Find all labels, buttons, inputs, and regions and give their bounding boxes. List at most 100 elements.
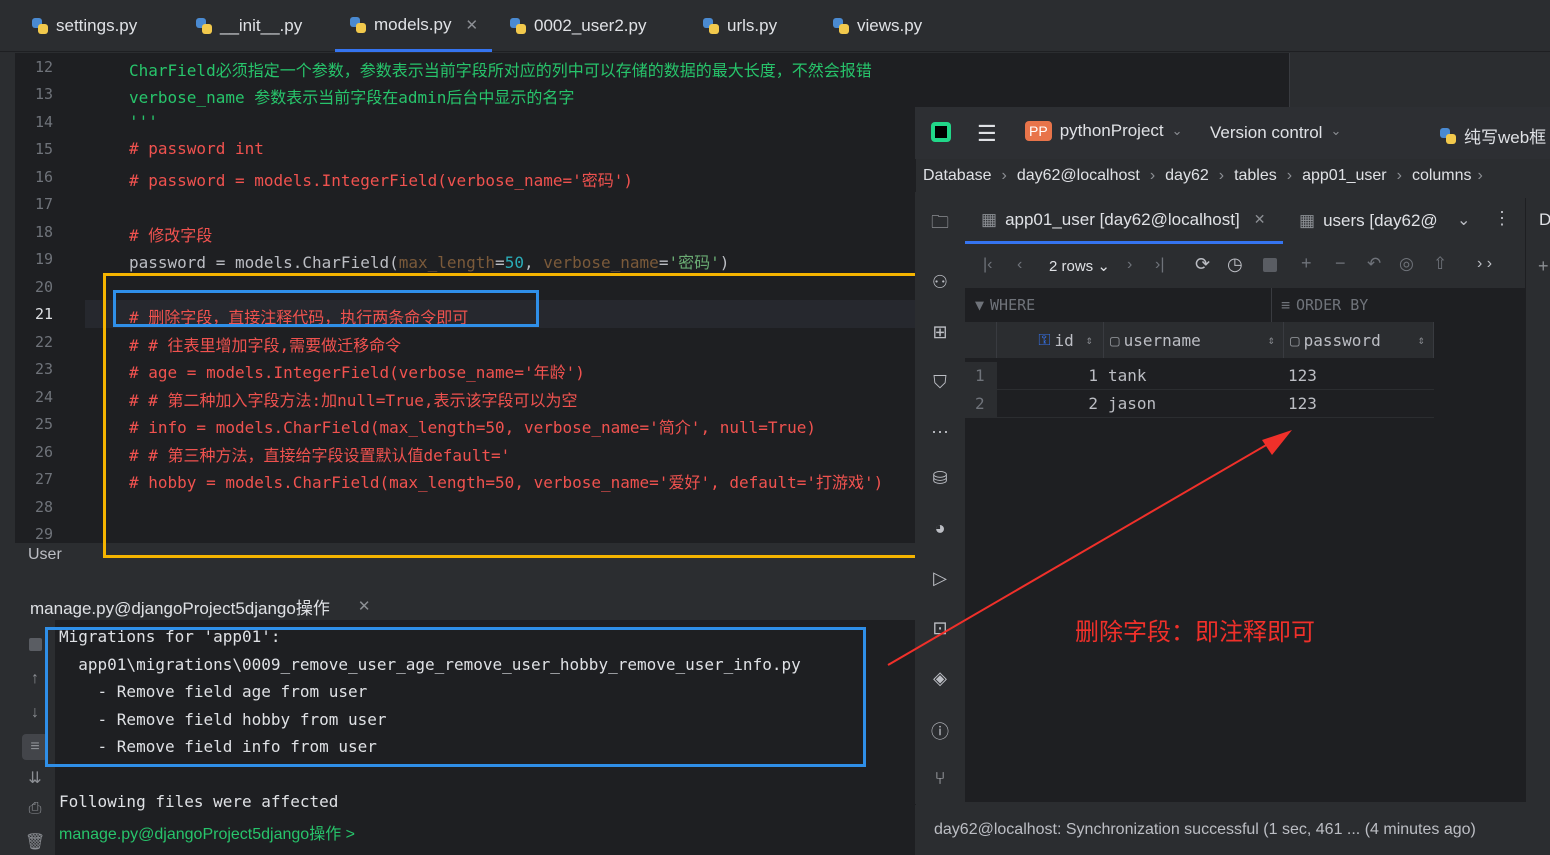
bookmark-icon[interactable]: ⛉ — [929, 372, 951, 394]
tab-init-py[interactable]: __init__.py — [196, 0, 302, 52]
tab-settings-py[interactable]: settings.py — [32, 0, 137, 52]
highlight-box-blue-output — [45, 627, 866, 767]
table-cell-username[interactable]: jason — [1104, 390, 1284, 418]
table-cell-username[interactable]: tank — [1104, 362, 1284, 390]
first-page-icon[interactable]: |‹ — [983, 256, 992, 274]
row-number-header — [965, 322, 997, 358]
chevron-down-icon[interactable]: ⌄ — [1457, 210, 1470, 230]
line-number: 29 — [34, 525, 53, 543]
line-number: 20 — [34, 278, 53, 296]
db-editor-tabs: ▦ app01_user [day62@localhost] ✕ ▦ users… — [965, 198, 1525, 244]
git-icon[interactable]: ⑂ — [929, 768, 951, 790]
column-header-id[interactable]: ⚿ id ⇕ — [997, 322, 1104, 358]
python-file-icon — [703, 18, 719, 34]
column-header-username[interactable]: ▢ username ⇕ — [1104, 322, 1284, 358]
breadcrumb-item[interactable]: day62@localhost — [1017, 167, 1140, 185]
terminal-icon[interactable]: ⊡ — [929, 618, 951, 640]
problems-icon[interactable]: ⓘ — [929, 718, 951, 742]
table-cell-password[interactable]: 123 — [1284, 390, 1434, 418]
next-page-icon[interactable]: › — [1127, 256, 1132, 274]
line-number: 23 — [34, 360, 53, 378]
revert-icon[interactable]: ↶ — [1367, 254, 1381, 274]
add-row-icon[interactable]: + — [1301, 253, 1312, 274]
services-icon[interactable]: ▷ — [929, 568, 951, 590]
close-icon[interactable]: ✕ — [1254, 211, 1266, 228]
tab-label: urls.py — [727, 16, 778, 35]
tab-0002-user2-py[interactable]: 0002_user2.py — [510, 0, 646, 52]
more-icon[interactable]: ⋯ — [929, 422, 951, 444]
arrow-up-icon[interactable]: ↑ — [25, 670, 45, 688]
line-number: 19 — [34, 250, 53, 268]
stop-icon[interactable] — [1263, 258, 1277, 272]
breadcrumb-item[interactable]: Database — [923, 167, 992, 185]
breadcrumb-item[interactable]: day62 — [1165, 167, 1209, 185]
delete-row-icon[interactable]: − — [1335, 253, 1346, 274]
history-icon[interactable]: ◷ — [1227, 254, 1243, 275]
table-cell-id[interactable]: 2 — [997, 390, 1104, 418]
rows-count-selector[interactable]: 2 rows ⌄ — [1049, 257, 1110, 275]
hamburger-menu-icon[interactable]: ☰ — [977, 121, 997, 147]
print-icon[interactable]: ⎙ — [25, 800, 45, 818]
column-header-password[interactable]: ▢ password ⇕ — [1284, 322, 1434, 358]
scroll-to-end-icon[interactable]: ⇊ — [25, 768, 45, 787]
last-page-icon[interactable]: ›| — [1155, 256, 1164, 274]
structure-icon[interactable]: ⊞ — [929, 322, 951, 344]
tab-urls-py[interactable]: urls.py — [703, 0, 777, 52]
line-number: 17 — [34, 195, 53, 213]
table-cell-password[interactable]: 123 — [1284, 362, 1434, 390]
close-tab-icon[interactable]: ✕ — [465, 16, 478, 34]
highlight-box-blue-line — [113, 290, 539, 327]
arrow-down-icon[interactable]: ↓ — [25, 704, 45, 722]
folder-icon[interactable]: 🗀 — [929, 210, 951, 232]
tab-app01-user[interactable]: ▦ app01_user [day62@localhost] ✕ — [965, 198, 1283, 244]
tab-users[interactable]: ▦ users [day62@ — [1299, 198, 1449, 244]
tab-models-py[interactable]: models.py ✕ — [335, 0, 492, 52]
sort-arrows-icon[interactable]: ⇕ — [1268, 333, 1275, 347]
order-by-filter[interactable]: ≡ ORDER BY — [1281, 296, 1368, 314]
terminal-title: manage.py@djangoProject5django操作 — [30, 598, 330, 618]
breadcrumb-item[interactable]: columns — [1412, 167, 1472, 185]
refresh-icon[interactable]: ⟳ — [1195, 254, 1210, 275]
tab-label: models.py — [374, 14, 452, 34]
breadcrumb-item[interactable]: app01_user — [1302, 167, 1387, 185]
stop-icon[interactable] — [25, 638, 45, 656]
result-grid[interactable]: ⚿ id ⇕ ▢ username ⇕ ▢ password ⇕ 1 1 tank 123 … — [965, 322, 1525, 802]
sort-arrows-icon[interactable]: ⇕ — [1086, 333, 1093, 347]
terminal-prompt[interactable]: manage.py@djangoProject5django操作 > — [59, 820, 355, 844]
tab-views-py[interactable]: views.py — [833, 0, 922, 52]
previous-page-icon[interactable]: ‹ — [1017, 256, 1022, 274]
python-file-icon — [32, 18, 48, 34]
code-line: # password = models.IntegerField(verbose… — [129, 171, 634, 190]
primary-key-icon: ⚿ — [1038, 330, 1051, 349]
trash-icon[interactable]: 🗑 — [25, 832, 45, 851]
breadcrumb-item[interactable]: tables — [1234, 167, 1277, 185]
python-file-icon — [1440, 127, 1456, 144]
sort-arrows-icon[interactable]: ⇕ — [1418, 333, 1425, 347]
filter-icon: ▼ — [975, 296, 985, 314]
submit-icon[interactable]: ⇧ — [1433, 254, 1447, 274]
preview-icon[interactable]: ◎ — [1399, 254, 1414, 274]
annotation-text: 删除字段：即注释即可 — [1075, 619, 1315, 646]
add-icon[interactable]: + — [1538, 256, 1549, 277]
layers-icon[interactable]: ◈ — [929, 668, 951, 690]
expand-toolbar-icon[interactable]: › › — [1477, 255, 1492, 273]
line-number: 27 — [34, 470, 53, 488]
project-name: pythonProject — [1059, 121, 1164, 140]
project-selector[interactable]: PP pythonProject ⌄ — [1025, 121, 1183, 141]
where-filter[interactable]: ▼ WHERE — [975, 296, 1035, 314]
terminal-tab[interactable]: manage.py@djangoProject5django操作 ✕ — [30, 586, 370, 626]
line-number: 24 — [34, 388, 53, 406]
code-line: verbose_name 参数表示当前字段在admin后台中显示的名字 — [129, 88, 575, 107]
more-vertical-icon[interactable]: ⋮ — [1493, 208, 1511, 229]
database-icon[interactable]: ⛁ — [929, 468, 951, 490]
tab-label: __init__.py — [220, 16, 303, 35]
run-config-selector[interactable]: 纯写web框 — [1440, 123, 1546, 148]
version-control-menu[interactable]: Version control ⌄ — [1210, 123, 1341, 143]
table-cell-id[interactable]: 1 — [997, 362, 1104, 390]
sync-status-text: day62@localhost: Synchronization success… — [934, 821, 1476, 838]
db-data-toolbar: |‹ ‹ 2 rows ⌄ › ›| ⟳ ◷ + − ↶ ◎ ⇧ › › — [965, 248, 1525, 284]
python-packages-icon[interactable]: ⚇ — [929, 272, 951, 294]
line-number: 26 — [34, 443, 53, 461]
close-icon[interactable]: ✕ — [358, 597, 371, 615]
python-console-icon[interactable]: ◕ — [929, 518, 951, 540]
